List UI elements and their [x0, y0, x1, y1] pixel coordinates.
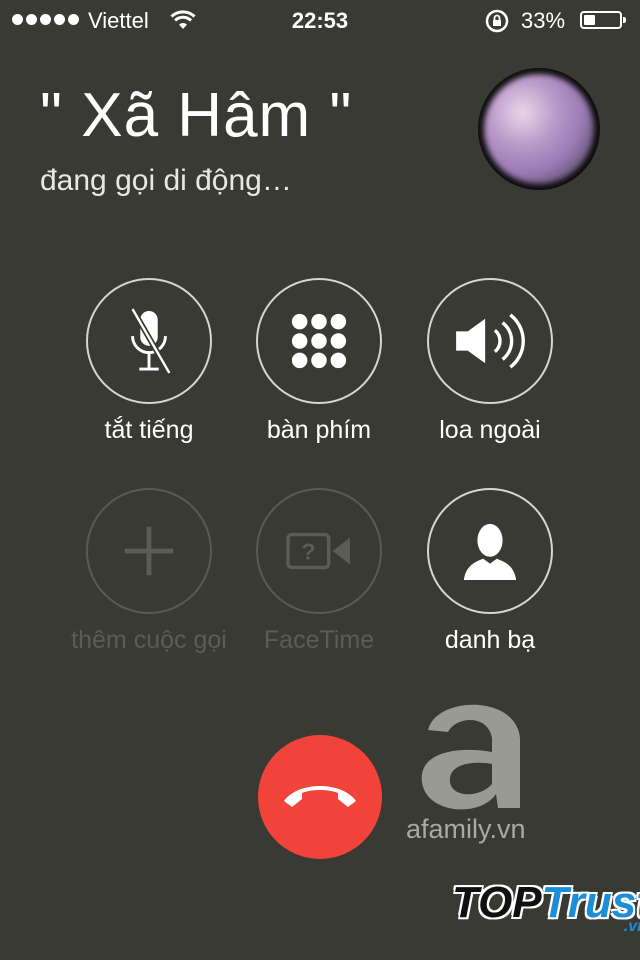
add-call-button[interactable]: thêm cuộc gọi — [71, 488, 227, 655]
battery-percentage: 33% — [521, 8, 566, 33]
keypad-button[interactable]: bàn phím — [254, 278, 384, 445]
speaker-button[interactable]: loa ngoài — [425, 278, 555, 445]
caller-avatar — [478, 68, 600, 190]
caller-name: " Xã Hâm " — [40, 81, 353, 150]
contacts-button[interactable]: danh bạ — [425, 488, 555, 655]
mute-icon — [130, 307, 172, 375]
contact-icon — [463, 523, 517, 581]
hang-up-icon — [284, 786, 356, 807]
end-call-button[interactable] — [258, 735, 382, 859]
rotation-lock-icon — [484, 8, 510, 40]
keypad-icon — [291, 313, 347, 369]
call-status: đang gọi di động… — [40, 164, 292, 197]
svg-text:?: ? — [301, 539, 315, 565]
status-bar: Viettel 22:53 33% — [0, 0, 640, 40]
battery-icon — [580, 11, 626, 29]
plus-icon — [124, 526, 174, 576]
speaker-label: loa ngoài — [439, 416, 541, 444]
contacts-label: danh bạ — [444, 626, 536, 654]
facetime-button[interactable]: ? FaceTime — [254, 488, 384, 655]
afamily-watermark-text: afamily.vn — [406, 814, 526, 844]
toptrust-logo: TOPTrust .vn — [452, 878, 640, 935]
facetime-icon: ? — [286, 532, 350, 570]
afamily-logo — [408, 690, 538, 820]
speaker-icon — [456, 313, 525, 369]
mute-button[interactable]: tắt tiếng — [84, 278, 214, 445]
toptrust-vn-text: .vn — [623, 918, 640, 935]
toptrust-top-text: TOP — [452, 878, 542, 927]
